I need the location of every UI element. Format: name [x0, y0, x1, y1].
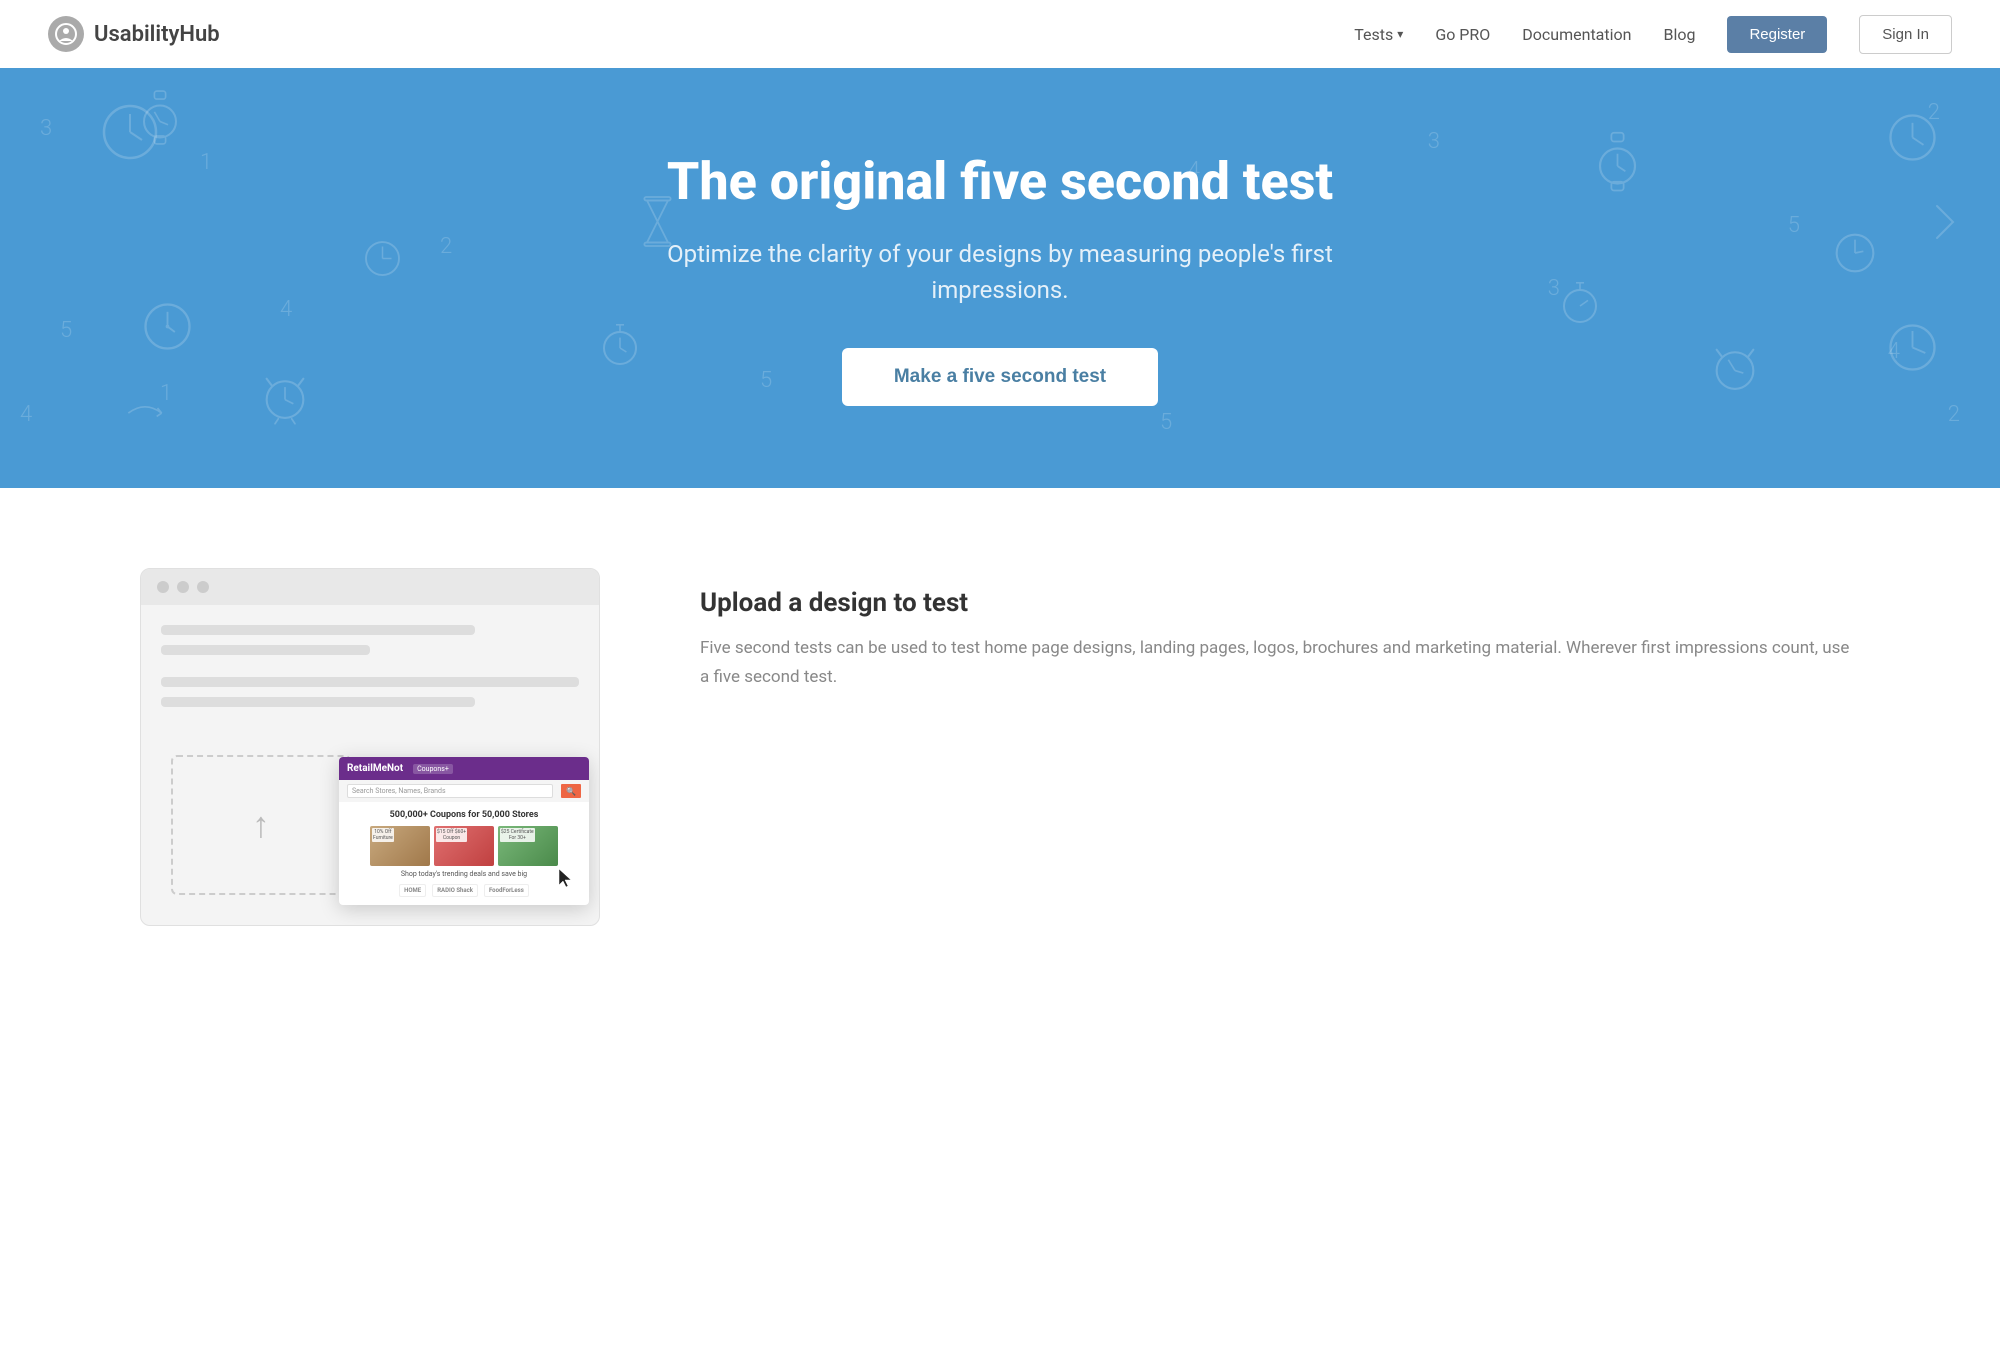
make-test-button[interactable]: Make a five second test [842, 348, 1158, 406]
hero-title: The original five second test [667, 151, 1333, 212]
logo-icon [48, 16, 84, 52]
upload-zone[interactable]: ↑ [171, 755, 351, 895]
browser-mockup: ↑ RetailMeNot Coupons+ Search Stores, Na… [140, 568, 600, 926]
browser-dot-2 [177, 581, 189, 593]
inner-ss-products: 10% OffFurniture $15 Off $60+Coupon $25 … [347, 826, 581, 866]
browser-dot-3 [197, 581, 209, 593]
browser-content: ↑ RetailMeNot Coupons+ Search Stores, Na… [141, 605, 599, 925]
nav-links: Tests Go PRO Documentation Blog Register… [1354, 15, 1952, 54]
nav-gopro[interactable]: Go PRO [1435, 25, 1490, 44]
inner-ss-product-2: $15 Off $60+Coupon [434, 826, 494, 866]
signin-button[interactable]: Sign In [1859, 15, 1952, 54]
skeleton-line-4 [161, 697, 475, 707]
hero-section: 3 5 4 1 4 2 5 5 3 5 4 2 2 3 4 1 [0, 68, 2000, 488]
cursor-icon [557, 867, 575, 893]
inner-ss-hero-title: 500,000+ Coupons for 50,000 Stores [347, 810, 581, 820]
site-logo[interactable]: UsabilityHub [48, 16, 220, 52]
skeleton-line-1 [161, 625, 475, 635]
browser-mockup-wrap: ↑ RetailMeNot Coupons+ Search Stores, Na… [140, 568, 620, 926]
nav-blog[interactable]: Blog [1663, 25, 1695, 44]
inner-logo-3: FoodForLess [484, 884, 529, 897]
inner-ss-hero-area: 500,000+ Coupons for 50,000 Stores 10% O… [339, 802, 589, 905]
upload-arrow-icon: ↑ [252, 804, 270, 846]
inner-ss-header: RetailMeNot Coupons+ [339, 757, 589, 780]
inner-ss-product-1: 10% OffFurniture [370, 826, 430, 866]
upload-text-block: Upload a design to test Five second test… [700, 568, 1860, 692]
inner-ss-search-btn: 🔍 [561, 784, 581, 798]
upload-heading: Upload a design to test [700, 588, 1860, 618]
inner-logo-1: HOME [399, 884, 426, 897]
inner-ss-tagline: Shop today's trending deals and save big [347, 870, 581, 878]
inner-ss-nav: Search Stores, Names, Brands 🔍 [339, 780, 589, 802]
coupon-tag: Coupons+ [413, 764, 453, 774]
upload-section: ↑ RetailMeNot Coupons+ Search Stores, Na… [0, 488, 2000, 1006]
browser-dot-1 [157, 581, 169, 593]
browser-bar [141, 569, 599, 605]
inner-brand-logo: RetailMeNot [347, 763, 403, 774]
inner-ss-product-3: $25 CertificateFor 30+ [498, 826, 558, 866]
nav-documentation[interactable]: Documentation [1522, 25, 1631, 44]
inner-ss-logos: HOME RADIO Shack FoodForLess [347, 884, 581, 897]
register-button[interactable]: Register [1727, 16, 1827, 53]
inner-screenshot: RetailMeNot Coupons+ Search Stores, Name… [339, 757, 589, 905]
inner-ss-search: Search Stores, Names, Brands [347, 784, 553, 798]
inner-logo-2: RADIO Shack [432, 884, 478, 897]
skeleton-line-2 [161, 645, 370, 655]
navbar: UsabilityHub Tests Go PRO Documentation … [0, 0, 2000, 68]
search-placeholder-text: Search Stores, Names, Brands [352, 787, 446, 795]
nav-tests[interactable]: Tests [1354, 25, 1403, 44]
hero-subtitle: Optimize the clarity of your designs by … [660, 236, 1340, 308]
logo-text: UsabilityHub [94, 22, 220, 47]
upload-body: Five second tests can be used to test ho… [700, 634, 1860, 692]
skeleton-line-3 [161, 677, 579, 687]
